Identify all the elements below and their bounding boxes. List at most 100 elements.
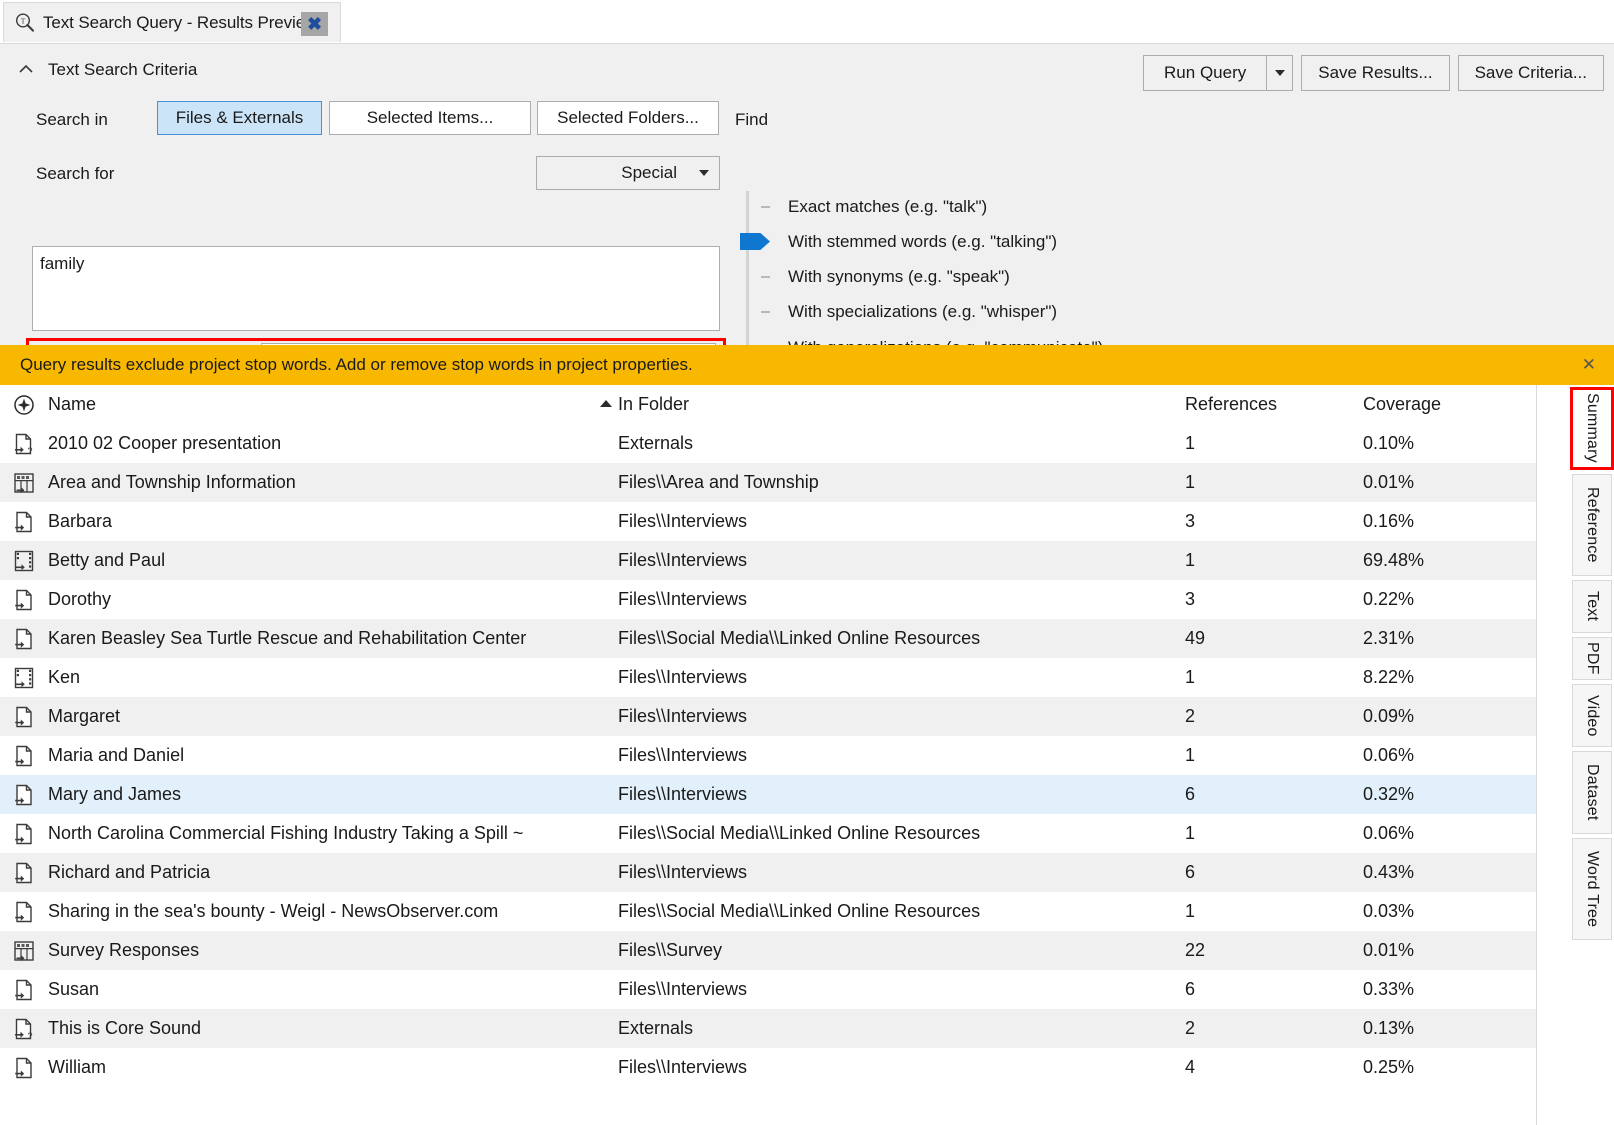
cell-coverage: 0.32% <box>1363 784 1523 805</box>
document-icon <box>12 978 36 1002</box>
table-row[interactable]: BarbaraFiles\\Interviews30.16% <box>0 502 1536 541</box>
cell-coverage-label: 0.32% <box>1363 784 1414 804</box>
run-query-button[interactable]: Run Query <box>1143 55 1266 91</box>
cell-in-folder: Externals <box>618 433 1178 454</box>
text-search-criteria-panel: Text Search Criteria Run Query Save Resu… <box>0 43 1614 345</box>
cell-name-label: Richard and Patricia <box>48 862 210 883</box>
find-slider-thumb-icon[interactable] <box>740 233 770 250</box>
results-grid: Name In Folder References Coverage ?2010… <box>0 385 1536 1125</box>
find-option-exact-matches[interactable]: Exact matches (e.g. "talk") <box>740 189 1200 224</box>
cell-name: ?2010 02 Cooper presentation <box>0 432 600 456</box>
find-label: Find <box>735 110 768 130</box>
column-header-in-folder[interactable]: In Folder <box>618 394 1178 415</box>
external-document-icon: ? <box>12 432 36 456</box>
node-diamond-icon <box>12 393 36 417</box>
cell-in-folder: Files\\Interviews <box>618 979 1178 1000</box>
find-option-stemmed-words[interactable]: With stemmed words (e.g. "talking") <box>740 224 1200 259</box>
find-slider[interactable]: Exact matches (e.g. "talk") With stemmed… <box>740 189 1200 369</box>
cell-coverage-label: 0.16% <box>1363 511 1414 531</box>
side-tab-text[interactable]: Text <box>1572 580 1612 633</box>
cell-coverage: 2.31% <box>1363 628 1523 649</box>
cell-coverage: 69.48% <box>1363 550 1523 571</box>
table-row[interactable]: North Carolina Commercial Fishing Indust… <box>0 814 1536 853</box>
chevron-up-icon[interactable] <box>16 62 36 76</box>
table-row[interactable]: Survey ResponsesFiles\\Survey220.01% <box>0 931 1536 970</box>
results-rows-host: ?2010 02 Cooper presentation Externals 1 0.… <box>0 424 1536 1087</box>
table-row[interactable]: SusanFiles\\Interviews60.33% <box>0 970 1536 1009</box>
table-row[interactable]: Sharing in the sea's bounty - Weigl - Ne… <box>0 892 1536 931</box>
close-icon[interactable]: ✖ <box>301 12 328 36</box>
close-icon[interactable]: ✕ <box>1582 356 1596 373</box>
cell-name: Survey Responses <box>0 939 600 963</box>
find-option-label: Exact matches (e.g. "talk") <box>788 197 987 217</box>
tab-text-search-query-results-preview[interactable]: T Text Search Query - Results Preview ✖ <box>3 2 341 43</box>
cell-name-label: Area and Township Information <box>48 472 296 493</box>
column-header-name[interactable]: Name <box>0 393 600 417</box>
table-row[interactable]: WilliamFiles\\Interviews40.25% <box>0 1048 1536 1087</box>
cell-coverage: 0.03% <box>1363 901 1523 922</box>
cell-references-label: 1 <box>1185 901 1195 921</box>
find-option-specializations[interactable]: With specializations (e.g. "whisper") <box>740 294 1200 329</box>
cell-coverage-label: 0.01% <box>1363 472 1414 492</box>
cell-name-label: Barbara <box>48 511 112 532</box>
cell-in-folder-label: Files\\Social Media\\Linked Online Resou… <box>618 823 980 843</box>
side-tab-label: Video <box>1583 695 1601 737</box>
cell-references: 1 <box>1185 823 1355 844</box>
search-in-selected-folders-button[interactable]: Selected Folders... <box>537 101 719 135</box>
table-row[interactable]: Maria and DanielFiles\\Interviews10.06% <box>0 736 1536 775</box>
search-for-label: Search for <box>36 164 114 184</box>
table-row[interactable]: Mary and JamesFiles\\Interviews60.32% <box>0 775 1536 814</box>
side-tab-reference[interactable]: Reference <box>1572 474 1612 576</box>
search-for-input[interactable]: family <box>32 246 720 331</box>
cell-name-label: William <box>48 1057 106 1078</box>
cell-in-folder-label: Files\\Interviews <box>618 862 747 882</box>
table-row[interactable]: DorothyFiles\\Interviews30.22% <box>0 580 1536 619</box>
cell-references-label: 22 <box>1185 940 1205 960</box>
table-row[interactable]: Area and Township InformationFiles\\Area… <box>0 463 1536 502</box>
cell-in-folder-label: Externals <box>618 433 693 453</box>
search-in-selected-items-button[interactable]: Selected Items... <box>329 101 531 135</box>
side-tab-dataset[interactable]: Dataset <box>1572 751 1612 834</box>
side-tab-summary[interactable]: Summary <box>1570 387 1614 470</box>
cell-name-label: Ken <box>48 667 80 688</box>
cell-coverage: 0.06% <box>1363 745 1523 766</box>
side-tab-pdf[interactable]: PDF <box>1572 637 1612 680</box>
cell-in-folder-label: Files\\Interviews <box>618 667 747 687</box>
cell-references: 1 <box>1185 550 1355 571</box>
table-row[interactable]: ?2010 02 Cooper presentationExternals10.… <box>0 424 1536 463</box>
cell-in-folder-label: Files\\Social Media\\Linked Online Resou… <box>618 901 980 921</box>
cell-references-label: 4 <box>1185 1057 1195 1077</box>
cell-in-folder-label: Files\\Survey <box>618 940 722 960</box>
table-row[interactable]: KenFiles\\Interviews18.22% <box>0 658 1536 697</box>
save-criteria-button[interactable]: Save Criteria... <box>1458 55 1604 91</box>
cell-references-label: 1 <box>1185 472 1195 492</box>
table-row[interactable]: MargaretFiles\\Interviews20.09% <box>0 697 1536 736</box>
search-in-files-and-externals-button[interactable]: Files & Externals <box>157 101 322 135</box>
side-tab-video[interactable]: Video <box>1572 684 1612 747</box>
document-tab-strip: T Text Search Query - Results Preview ✖ <box>0 0 1614 43</box>
find-option-label: With specializations (e.g. "whisper") <box>788 302 1057 322</box>
cell-name-label: Mary and James <box>48 784 181 805</box>
cell-references: 1 <box>1185 433 1355 454</box>
caret-down-icon <box>1275 70 1285 76</box>
detail-view-tab-rail: SummaryReference Text PDF Video DatasetWord … <box>1536 385 1614 1125</box>
run-query-dropdown-button[interactable] <box>1266 55 1293 91</box>
table-row[interactable]: Richard and PatriciaFiles\\Interviews60.… <box>0 853 1536 892</box>
column-header-coverage[interactable]: Coverage <box>1363 394 1523 415</box>
find-option-synonyms[interactable]: With synonyms (e.g. "speak") <box>740 259 1200 294</box>
table-row[interactable]: Betty and PaulFiles\\Interviews169.48% <box>0 541 1536 580</box>
document-icon <box>12 705 36 729</box>
cell-in-folder: Files\\Interviews <box>618 784 1178 805</box>
cell-name-label: Dorothy <box>48 589 111 610</box>
cell-name: Dorothy <box>0 588 600 612</box>
save-results-button[interactable]: Save Results... <box>1301 55 1449 91</box>
cell-references: 1 <box>1185 667 1355 688</box>
cell-references-label: 6 <box>1185 979 1195 999</box>
table-row[interactable]: ?This is Core SoundExternals20.13% <box>0 1009 1536 1048</box>
side-tab-label: Text <box>1583 591 1601 621</box>
side-tab-word-tree[interactable]: Word Tree <box>1572 838 1612 940</box>
special-dropdown-button[interactable]: Special <box>536 156 720 190</box>
table-row[interactable]: Karen Beasley Sea Turtle Rescue and Reha… <box>0 619 1536 658</box>
column-header-references[interactable]: References <box>1185 394 1355 415</box>
cell-references: 49 <box>1185 628 1355 649</box>
